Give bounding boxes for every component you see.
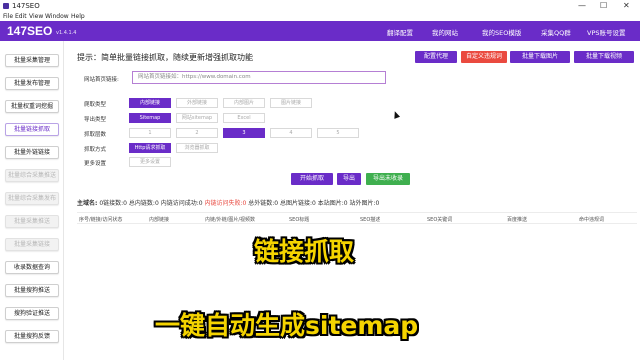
sidebar-item-collect-links[interactable]: 批量采集链接	[5, 238, 59, 251]
start-crawl-button[interactable]: 开始抓取	[291, 173, 333, 185]
stat-offsite-images: 站外图片:0	[349, 200, 380, 207]
crawl-type-external[interactable]: 外部链接	[176, 98, 218, 108]
depth-option-1[interactable]: 1	[129, 128, 171, 138]
crawl-type-internal[interactable]: 内部链接	[129, 98, 171, 108]
stats-bar: 主域名: 0链接数:0 总内链数:0 内链访问成功:0 内链访问失败:0 总外链…	[77, 198, 379, 207]
nav-translate-config[interactable]: 翻译配置	[387, 27, 413, 37]
export-button[interactable]: 导出	[337, 173, 361, 185]
export-type-label: 导出类型	[84, 117, 107, 123]
stat-internal-total: 总内链数:0	[128, 200, 159, 207]
depth-option-5[interactable]: 5	[317, 128, 359, 138]
crawl-type-image-links[interactable]: 图片链接	[270, 98, 312, 108]
hint-text: 提示：简单批量链接抓取，随续更新增强抓取功能	[77, 53, 253, 62]
col-seo-keywords: SEO关键词	[427, 217, 453, 223]
custom-words-button[interactable]: 自定义违规词	[461, 51, 507, 63]
nav-vps-settings[interactable]: VPS账号设置	[587, 27, 626, 37]
col-violation-words: 命中违规词	[579, 217, 605, 223]
col-seo-description: SEO描述	[360, 217, 381, 223]
export-type-site-sitemap[interactable]: 网站sitemap	[176, 113, 218, 123]
stat-links: 0链接数:0	[99, 200, 127, 207]
sidebar-item-sogou-push[interactable]: 批量搜狗推送	[5, 284, 59, 297]
nav-my-sites[interactable]: 我的网站	[432, 27, 458, 37]
menu-view[interactable]: View	[29, 13, 43, 20]
export-type-sitemap[interactable]: Sitemap	[129, 113, 171, 123]
sidebar-item-sogou-verify[interactable]: 搜狗验证推送	[5, 307, 59, 320]
caption-line-2: 一键自动生成sitemap	[155, 311, 419, 340]
sidebar-item-index-query[interactable]: 收录数据查询	[5, 261, 59, 274]
stat-site-images: 本站图片:0	[317, 200, 348, 207]
col-seo-title: SEO标题	[289, 217, 310, 223]
depth-option-3[interactable]: 3	[223, 128, 265, 138]
proxy-config-button[interactable]: 配置代理	[415, 51, 457, 63]
method-browser[interactable]: 浏览器抓取	[176, 143, 218, 153]
sidebar: 批量采集管理 批量发布管理 批量权重词挖掘 批量链接抓取 批量外链链接 批量综合…	[0, 41, 64, 360]
sidebar-item-combo-push[interactable]: 批量综合采集推送	[5, 169, 59, 182]
col-baidu-push: 百度推送	[507, 217, 528, 223]
menu-bar: File Edit View Window Help	[0, 12, 640, 21]
method-label: 抓取方式	[84, 147, 107, 153]
col-internal-link: 内部链接	[149, 217, 170, 223]
menu-help[interactable]: Help	[71, 13, 85, 20]
menu-file[interactable]: File	[3, 13, 13, 20]
app-header: 147SEO v1.4.1.4 翻译配置 我的网站 我的SEO模版 采集QQ群 …	[0, 21, 640, 41]
window-titlebar: 147SEO — ☐ ✕	[0, 0, 640, 12]
download-images-button[interactable]: 批量下载图片	[510, 51, 570, 63]
stat-internal-success: 内链访问成功:0	[160, 200, 203, 207]
app-logo: 147SEO	[7, 24, 53, 38]
download-videos-button[interactable]: 批量下载视频	[574, 51, 634, 63]
method-http[interactable]: Http请求抓取	[129, 143, 171, 153]
minimize-icon[interactable]: —	[578, 1, 586, 10]
depth-option-4[interactable]: 4	[270, 128, 312, 138]
stat-image-links: 总图片链接:0	[279, 200, 316, 207]
crawl-type-internal-images[interactable]: 内部图片	[223, 98, 265, 108]
more-settings-label: 更多设置	[84, 161, 107, 167]
sidebar-item-keywords[interactable]: 批量权重词挖掘	[5, 100, 59, 113]
url-input[interactable]: 网站首页链接如：https://www.domain.com	[132, 71, 386, 84]
col-index: 序号/链接/访问状态	[79, 217, 123, 223]
export-unindexed-button[interactable]: 导出未收录	[366, 173, 410, 185]
depth-label: 抓取层数	[84, 132, 107, 138]
more-settings-button[interactable]: 更多设置	[129, 157, 171, 167]
results-table-header: 序号/链接/访问状态 内部链接 内链/外链/图片/视频数 SEO标题 SEO描述…	[77, 212, 637, 224]
export-type-excel[interactable]: Excel	[223, 113, 265, 123]
sidebar-item-combo-publish[interactable]: 批量综合采集发布	[5, 192, 59, 205]
sidebar-item-collect-push[interactable]: 批量采集推送	[5, 215, 59, 228]
close-icon[interactable]: ✕	[623, 1, 630, 10]
sidebar-item-sogou-feedback[interactable]: 批量搜狗反馈	[5, 330, 59, 343]
sidebar-item-publish[interactable]: 批量发布管理	[5, 77, 59, 90]
sidebar-item-collect[interactable]: 批量采集管理	[5, 54, 59, 67]
depth-option-2[interactable]: 2	[176, 128, 218, 138]
stat-external-total: 总外链数:0	[248, 200, 279, 207]
app-version: v1.4.1.4	[56, 30, 77, 36]
sidebar-item-link-crawl[interactable]: 批量链接抓取	[5, 123, 59, 136]
stat-internal-failed: 内链访问失败:0	[204, 200, 247, 207]
sidebar-item-external-links[interactable]: 批量外链链接	[5, 146, 59, 159]
caption-line-1: 链接抓取	[254, 237, 355, 266]
window-title: 147SEO	[12, 2, 40, 10]
url-label: 网站首页链接:	[84, 77, 119, 83]
crawl-type-label: 爬取类型	[84, 102, 107, 108]
nav-qq-group[interactable]: 采集QQ群	[541, 27, 571, 37]
menu-edit[interactable]: Edit	[15, 13, 27, 20]
stats-title: 主域名:	[77, 200, 98, 207]
nav-seo-templates[interactable]: 我的SEO模版	[482, 27, 521, 37]
col-link-counts: 内链/外链/图片/视频数	[205, 217, 256, 223]
app-icon	[3, 3, 9, 9]
maximize-icon[interactable]: ☐	[600, 1, 607, 10]
menu-window[interactable]: Window	[45, 13, 69, 20]
